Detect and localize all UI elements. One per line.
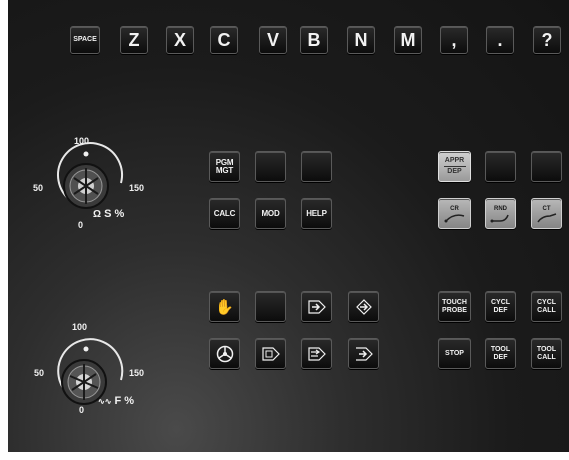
key-question[interactable]: ? — [533, 26, 561, 54]
key-label: M — [400, 29, 416, 50]
key-label-line2: CALL — [537, 306, 556, 314]
single-block-button[interactable] — [255, 338, 286, 369]
dial-tick-100 — [83, 151, 89, 157]
tool-def-button[interactable]: TOOL DEF — [485, 338, 516, 369]
feed-caption: ∿∿ F % — [98, 395, 134, 407]
manual-operation-button[interactable]: ✋ — [209, 291, 240, 322]
handwheel-icon — [216, 345, 233, 362]
tool-call-button[interactable]: TOOL CALL — [531, 338, 562, 369]
key-label: CALC — [213, 208, 236, 218]
feed-scale-100: 100 — [72, 322, 88, 332]
blank-key-2[interactable] — [301, 151, 332, 182]
blank-key-5[interactable] — [255, 291, 286, 322]
pgm-mgt-button[interactable]: PGM MGT — [209, 151, 240, 182]
key-label-line2: DEF — [493, 353, 508, 361]
hand-icon: ✋ — [215, 298, 234, 316]
key-label-line2: DEF — [493, 306, 508, 314]
key-label: X — [173, 29, 186, 50]
program-run-icon — [307, 299, 326, 314]
key-label-line1: TOOL — [490, 345, 511, 353]
stop-button[interactable]: STOP — [438, 338, 471, 369]
key-label: CR — [450, 205, 459, 212]
key-c[interactable]: C — [210, 26, 238, 54]
blank-key-4[interactable] — [531, 151, 562, 182]
spindle-caption: Ω S % — [93, 208, 124, 220]
key-v[interactable]: V — [259, 26, 287, 54]
positioning-button[interactable] — [348, 291, 379, 322]
tangent-circle-icon — [536, 212, 556, 222]
key-label-line2: CALL — [537, 353, 556, 361]
key-label-line1: APPR — [444, 157, 465, 164]
key-label-line2: MGT — [215, 165, 234, 175]
single-block-icon — [261, 346, 280, 361]
spindle-symbol-icon: Ω — [93, 209, 102, 220]
key-label: C — [217, 29, 231, 50]
key-label: N — [354, 29, 368, 50]
rounding-icon — [490, 214, 509, 222]
key-label: B — [307, 29, 321, 50]
control-panel: SPACE Z X C V B N M , . ? 100 50 150 0 Ω… — [8, 0, 569, 452]
cr-button[interactable]: CR — [438, 198, 471, 229]
feed-scale-0: 0 — [79, 405, 85, 415]
key-label-line1: TOOL — [536, 345, 557, 353]
key-label-line1: CYCL — [490, 298, 511, 306]
feed-symbol-icon: ∿∿ — [98, 397, 112, 406]
key-label: , — [451, 29, 457, 50]
key-label-line2: PROBE — [442, 306, 467, 314]
help-button[interactable]: HELP — [301, 198, 332, 229]
blank-key-3[interactable] — [485, 151, 516, 182]
key-label: Z — [128, 29, 140, 50]
key-z[interactable]: Z — [120, 26, 148, 54]
key-label: V — [266, 29, 279, 50]
cycl-call-button[interactable]: CYCL CALL — [531, 291, 562, 322]
appr-dep-button[interactable]: APPR DEP — [438, 151, 471, 182]
key-comma[interactable]: , — [440, 26, 468, 54]
full-sequence-button[interactable] — [301, 338, 332, 369]
positioning-icon — [355, 298, 372, 315]
key-label: STOP — [445, 349, 464, 357]
key-label: HELP — [306, 208, 327, 218]
key-n[interactable]: N — [347, 26, 375, 54]
touch-probe-button[interactable]: TOUCH PROBE — [438, 291, 471, 322]
ct-button[interactable]: CT — [531, 198, 562, 229]
full-sequence-icon — [307, 346, 326, 361]
key-b[interactable]: B — [300, 26, 328, 54]
calc-button[interactable]: CALC — [209, 198, 240, 229]
key-x[interactable]: X — [166, 26, 194, 54]
mod-button[interactable]: MOD — [255, 198, 286, 229]
test-run-icon — [355, 346, 373, 361]
key-label: . — [497, 29, 503, 50]
spindle-scale-150: 150 — [129, 183, 145, 193]
key-label: MOD — [261, 208, 280, 218]
key-label: RND — [494, 205, 507, 212]
program-run-button[interactable] — [301, 291, 332, 322]
key-label: ? — [541, 29, 553, 50]
circle-radius-icon — [444, 213, 464, 222]
spindle-scale-100: 100 — [74, 136, 90, 146]
spindle-override-dial[interactable] — [36, 138, 146, 218]
key-period[interactable]: . — [486, 26, 514, 54]
spindle-caption-text: S % — [104, 208, 125, 220]
blank-key-1[interactable] — [255, 151, 286, 182]
feed-scale-150: 150 — [129, 368, 145, 378]
feed-caption-text: F % — [114, 395, 135, 407]
key-label-line1: TOUCH — [442, 298, 467, 306]
handwheel-button[interactable] — [209, 338, 240, 369]
key-space[interactable]: SPACE — [70, 26, 100, 54]
key-divider — [443, 166, 466, 167]
spindle-scale-50: 50 — [33, 183, 44, 193]
key-label: SPACE — [73, 36, 97, 43]
key-label-line2: DEP — [447, 168, 462, 175]
key-label-line1: CYCL — [536, 298, 557, 306]
key-label: CT — [542, 205, 551, 212]
feed-scale-50: 50 — [34, 368, 45, 378]
test-run-button[interactable] — [348, 338, 379, 369]
dial-tick-100 — [83, 346, 89, 352]
cycl-def-button[interactable]: CYCL DEF — [485, 291, 516, 322]
spindle-scale-0: 0 — [78, 220, 84, 230]
key-m[interactable]: M — [394, 26, 422, 54]
rnd-button[interactable]: RND — [485, 198, 516, 229]
